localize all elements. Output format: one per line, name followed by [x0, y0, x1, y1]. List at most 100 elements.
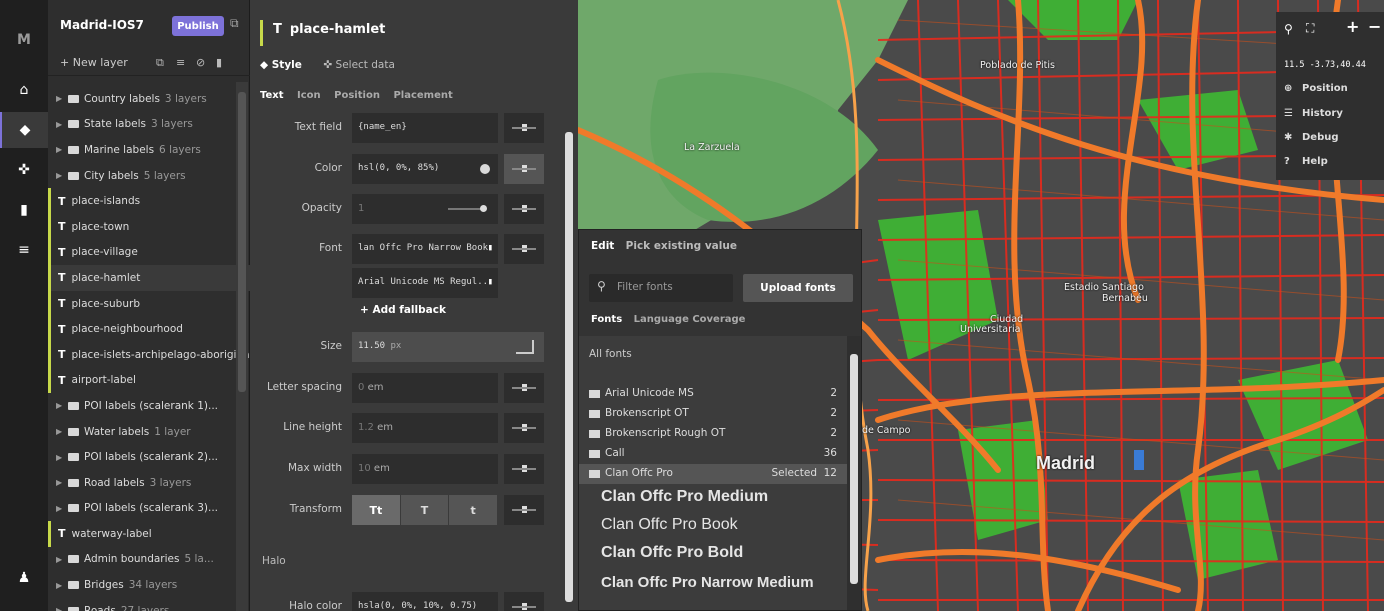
tab-text[interactable]: Text: [260, 90, 284, 101]
letter-spacing-input[interactable]: 0 em: [352, 373, 498, 403]
layers-icon[interactable]: ≡: [0, 232, 48, 268]
font-fallback-input[interactable]: Arial Unicode MS Regul... ▮: [352, 268, 498, 298]
layer-group[interactable]: ▶ Water labels 1 layer: [48, 419, 250, 445]
tab-position[interactable]: Position: [334, 90, 380, 101]
halo-color-input[interactable]: hsla(0, 0%, 10%, 0.75): [352, 592, 498, 611]
tab-pick-existing[interactable]: Pick existing value: [626, 240, 737, 252]
style-paint-icon[interactable]: ◆: [0, 112, 48, 148]
function-toggle[interactable]: [504, 154, 544, 184]
external-link-icon[interactable]: ⧉: [230, 16, 246, 32]
color-input[interactable]: hsl(0, 0%, 85%): [352, 154, 498, 184]
position-menu-item[interactable]: ⊕ Position: [1284, 83, 1348, 94]
line-height-input[interactable]: 1.2 em: [352, 413, 498, 443]
function-toggle[interactable]: [504, 373, 544, 403]
layer-group[interactable]: ▶ State labels 3 layers: [48, 112, 250, 138]
max-width-input[interactable]: 10 em: [352, 454, 498, 484]
app-logo[interactable]: M: [0, 22, 48, 58]
caret-right-icon[interactable]: ▶: [56, 401, 68, 410]
layers-scrollbar-thumb[interactable]: [238, 92, 246, 392]
add-fallback-button[interactable]: + Add fallback: [360, 304, 446, 316]
text-field-input[interactable]: {name_en}: [352, 113, 498, 143]
font-sample[interactable]: Clan Offc Pro Bold: [601, 544, 743, 562]
function-toggle[interactable]: [504, 194, 544, 224]
tab-fonts[interactable]: Fonts: [591, 314, 622, 325]
caret-right-icon[interactable]: ▶: [56, 581, 68, 590]
color-swatch[interactable]: [480, 164, 490, 174]
delete-icon[interactable]: ▮: [216, 56, 222, 69]
layer-item[interactable]: Tplace-islets-archipelago-aboriginal: [48, 341, 250, 368]
size-input[interactable]: 11.50 px: [352, 332, 544, 362]
fullscreen-icon[interactable]: ⛶: [1306, 21, 1314, 36]
delete-icon[interactable]: ▮: [488, 243, 493, 253]
tab-edit[interactable]: Edit: [591, 240, 614, 252]
layer-item[interactable]: Tplace-islands: [48, 188, 250, 214]
font-filter-input[interactable]: ⚲ Filter fonts: [589, 274, 733, 302]
font-family-item[interactable]: Arial Unicode MS 2: [579, 384, 847, 404]
publish-button[interactable]: Publish: [172, 16, 224, 36]
font-input[interactable]: lan Offc Pro Narrow Book ▮: [352, 234, 498, 264]
caret-right-icon[interactable]: ▶: [56, 171, 68, 180]
layer-group[interactable]: ▶ Country labels 3 layers: [48, 86, 250, 112]
layer-group[interactable]: ▶ Admin boundaries 5 la...: [48, 547, 250, 573]
function-toggle[interactable]: [504, 234, 544, 264]
opacity-input[interactable]: 1: [352, 194, 498, 224]
zoom-function-icon[interactable]: [516, 340, 534, 354]
font-list-scrollbar-thumb[interactable]: [850, 354, 858, 584]
function-toggle[interactable]: [504, 495, 544, 525]
duplicate-icon[interactable]: ⧉: [156, 56, 164, 70]
group-icon[interactable]: ≡: [176, 56, 185, 69]
caret-right-icon[interactable]: ▶: [56, 504, 68, 513]
font-list-scrollbar[interactable]: [847, 336, 861, 610]
caret-right-icon[interactable]: ▶: [56, 606, 68, 611]
layer-item[interactable]: Tplace-town: [48, 213, 250, 240]
opacity-slider-handle[interactable]: [480, 205, 487, 212]
layer-group[interactable]: ▶ POI labels (scalerank 1)...: [48, 393, 250, 419]
font-family-item[interactable]: Brokenscript OT 2: [579, 404, 847, 424]
layer-group[interactable]: ▶ POI labels (scalerank 3)...: [48, 496, 250, 522]
zoom-out-button[interactable]: −: [1368, 17, 1381, 36]
caret-right-icon[interactable]: ▶: [56, 120, 68, 129]
layers-scrollbar[interactable]: [236, 82, 248, 611]
tab-style[interactable]: ◆ Style: [260, 59, 302, 71]
search-icon[interactable]: ⚲: [1284, 22, 1293, 36]
layer-group[interactable]: ▶ City labels 5 layers: [48, 163, 250, 189]
layer-item[interactable]: Tplace-hamlet: [48, 265, 250, 291]
caret-right-icon[interactable]: ▶: [56, 145, 68, 154]
zoom-in-button[interactable]: +: [1346, 17, 1359, 36]
layer-item[interactable]: Tplace-suburb: [48, 290, 250, 317]
layer-group[interactable]: ▶ Marine labels 6 layers: [48, 137, 250, 163]
font-sample[interactable]: Clan Offc Pro Medium: [601, 488, 768, 506]
hide-icon[interactable]: ⊘: [196, 56, 205, 69]
transform-lowercase[interactable]: t: [449, 495, 499, 525]
layer-group[interactable]: ▶ Road labels 3 layers: [48, 470, 250, 496]
props-scrollbar[interactable]: [562, 110, 576, 611]
font-sample[interactable]: Clan Offc Pro Book: [601, 516, 738, 534]
layer-item[interactable]: Twaterway-label: [48, 521, 250, 547]
new-layer-button[interactable]: + New layer: [60, 56, 128, 69]
home-icon[interactable]: ⌂: [0, 72, 48, 108]
function-toggle[interactable]: [504, 592, 544, 611]
function-toggle[interactable]: [504, 454, 544, 484]
data-select-icon[interactable]: ✜: [0, 152, 48, 188]
caret-right-icon[interactable]: ▶: [56, 453, 68, 462]
history-menu-item[interactable]: ☰ History: [1284, 108, 1343, 119]
function-toggle[interactable]: [504, 113, 544, 143]
font-family-item[interactable]: Call 36: [579, 444, 847, 464]
transform-capitalize[interactable]: Tt: [352, 495, 401, 525]
layer-item[interactable]: Tairport-label: [48, 367, 250, 394]
tab-placement[interactable]: Placement: [393, 90, 452, 101]
props-scrollbar-thumb[interactable]: [565, 132, 573, 602]
caret-right-icon[interactable]: ▶: [56, 427, 68, 436]
tab-select-data[interactable]: ✜ Select data: [323, 59, 395, 71]
layer-group[interactable]: ▶ Bridges 34 layers: [48, 572, 250, 598]
tab-language-coverage[interactable]: Language Coverage: [634, 314, 746, 325]
layer-item[interactable]: Tplace-neighbourhood: [48, 316, 250, 342]
layer-group[interactable]: ▶ POI labels (scalerank 2)...: [48, 444, 250, 470]
debug-menu-item[interactable]: ✱ Debug: [1284, 132, 1339, 143]
font-family-item[interactable]: Brokenscript Rough OT 2: [579, 424, 847, 444]
function-toggle[interactable]: [504, 413, 544, 443]
font-sample[interactable]: Clan Offc Pro Narrow Medium: [601, 574, 814, 591]
opacity-slider[interactable]: [448, 208, 484, 210]
upload-fonts-button[interactable]: Upload fonts: [743, 274, 853, 302]
layer-group[interactable]: ▶ Roads 27 layers: [48, 598, 250, 611]
